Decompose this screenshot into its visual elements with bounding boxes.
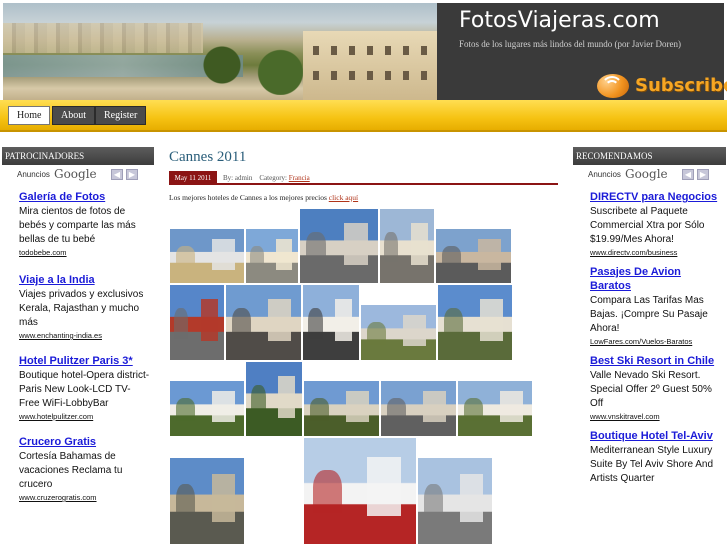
google-logo[interactable]: Google [625,167,668,181]
site-header: FotosViajeras.com Fotos de los lugares m… [0,0,727,100]
google-ads-header: Anuncios Google ◀ ▶ [2,167,154,184]
post-intro-text: Los mejores hoteles de Cannes a los mejo… [169,193,327,202]
ad-url[interactable]: www.cruzerogratis.com [19,493,150,502]
ad-url[interactable]: www.vnskitravel.com [590,412,722,421]
ad-url[interactable]: todobebe.com [19,248,150,257]
ad-item: Boutique Hotel Tel-Aviv Mediterranean St… [573,429,726,486]
ad-item: Crucero Gratis Cortesía Bahamas de vacac… [2,435,154,502]
ad-title-link[interactable]: Crucero Gratis [19,435,150,449]
header-banner-image [3,3,437,100]
gallery-photo-thumbnail[interactable] [299,208,379,284]
post-author: By: admin [223,174,253,182]
nav-register-button[interactable]: Register [95,106,147,125]
post-meta-bar: May 11 2011 By: admin Category: Francia [169,171,558,185]
gallery-photo-thumbnail[interactable] [245,361,303,437]
ad-body: Mira cientos de fotos de bebés y compart… [19,206,136,245]
google-logo[interactable]: Google [54,167,97,181]
main-navbar: Home About Register [0,100,727,132]
gallery-photo-thumbnail[interactable] [169,457,245,545]
ad-title-link[interactable]: Viaje a la India [19,273,150,287]
gallery-photo-thumbnail[interactable] [303,437,417,545]
google-ads-header: Anuncios Google ◀ ▶ [573,167,726,184]
gallery-photo-thumbnail[interactable] [417,457,493,545]
nav-home-button[interactable]: Home [8,106,51,125]
gallery-photo-thumbnail[interactable] [303,380,380,437]
ad-item: Pasajes De Avion Baratos Compara Las Tar… [573,265,726,346]
subscribe-link[interactable]: Subscribe [635,75,727,96]
rss-feed-icon[interactable] [597,74,629,98]
post-title-link[interactable]: Cannes 2011 [169,149,246,166]
gallery-photo-thumbnail[interactable] [380,380,457,437]
sidebar-title: PATROCINADORES [2,147,154,165]
ad-title-link[interactable]: Boutique Hotel Tel-Aviv [590,429,722,443]
gallery-photo-thumbnail[interactable] [169,284,225,361]
ad-url[interactable]: LowFares.com/Vuelos-Baratos [590,337,722,346]
sidebar-title: RECOMENDAMOS [573,147,726,165]
ad-title-link[interactable]: Galería de Fotos [19,190,150,204]
post-date: May 11 2011 [169,171,217,185]
hotels-click-link[interactable]: click aquí [329,193,358,202]
next-ads-arrow-icon[interactable]: ▶ [697,169,709,180]
ads-label: Anuncios [17,170,50,179]
ads-label: Anuncios [588,170,621,179]
ad-body: Compara Las Tarifas Mas Bajas. ¡Compre S… [590,295,708,334]
ad-title-link[interactable]: Hotel Pulitzer Paris 3* [19,354,150,368]
post-intro: Los mejores hoteles de Cannes a los mejo… [169,193,358,202]
next-ads-arrow-icon[interactable]: ▶ [126,169,138,180]
post-category-label: Category: [259,174,287,182]
ad-item: DIRECTV para Negocios Suscribete al Paqu… [573,190,726,257]
ad-body: Viajes privados y exclusivos Kerala, Raj… [19,289,144,328]
gallery-photo-thumbnail[interactable] [379,208,435,284]
gallery-photo-thumbnail[interactable] [457,380,533,437]
ad-url[interactable]: www.directv.com/business [590,248,722,257]
ad-item: Best Ski Resort in Chile Valle Nevado Sk… [573,354,726,421]
gallery-photo-thumbnail[interactable] [169,228,245,284]
ad-item: Viaje a la India Viajes privados y exclu… [2,273,154,340]
ad-title-link[interactable]: Best Ski Resort in Chile [590,354,722,368]
ad-body: Boutique hotel-Opera district-Paris New … [19,370,150,409]
ad-title-link[interactable]: DIRECTV para Negocios [590,190,722,204]
site-tagline: Fotos de los lugares más lindos del mund… [459,39,681,49]
gallery-photo-thumbnail[interactable] [225,284,302,361]
sidebar-sponsors: PATROCINADORES Anuncios Google ◀ ▶ Galer… [2,147,154,502]
site-title-link[interactable]: FotosViajeras.com [459,8,660,33]
ad-url[interactable]: www.hotelpulitzer.com [19,412,150,421]
nav-about-button[interactable]: About [52,106,95,125]
ad-body: Valle Nevado Ski Resort. Special Offer 2… [590,370,712,409]
gallery-photo-thumbnail[interactable] [169,380,245,437]
gallery-photo-thumbnail[interactable] [245,228,299,284]
ad-body: Suscribete al Paquete Commercial Xtra po… [590,206,705,245]
prev-ads-arrow-icon[interactable]: ◀ [111,169,123,180]
post-meta-text: By: admin Category: Francia [223,174,310,182]
ad-item: Hotel Pulitzer Paris 3* Boutique hotel-O… [2,354,154,421]
ad-url[interactable]: www.enchanting-india.es [19,331,150,340]
gallery-photo-thumbnail[interactable] [360,304,437,361]
ad-item: Galería de Fotos Mira cientos de fotos d… [2,190,154,257]
ad-title-link[interactable]: Pasajes De Avion Baratos [590,265,722,293]
gallery-photo-thumbnail[interactable] [437,284,513,361]
gallery-photo-thumbnail[interactable] [302,284,360,361]
post-category-link[interactable]: Francia [289,174,310,182]
prev-ads-arrow-icon[interactable]: ◀ [682,169,694,180]
ad-body: Mediterranean Style Luxury Suite By Tel … [590,445,714,484]
sidebar-recommended: RECOMENDAMOS Anuncios Google ◀ ▶ DIRECTV… [573,147,726,486]
gallery-photo-thumbnail[interactable] [435,228,512,284]
ad-body: Cortesía Bahamas de vacaciones Reclama t… [19,451,123,490]
